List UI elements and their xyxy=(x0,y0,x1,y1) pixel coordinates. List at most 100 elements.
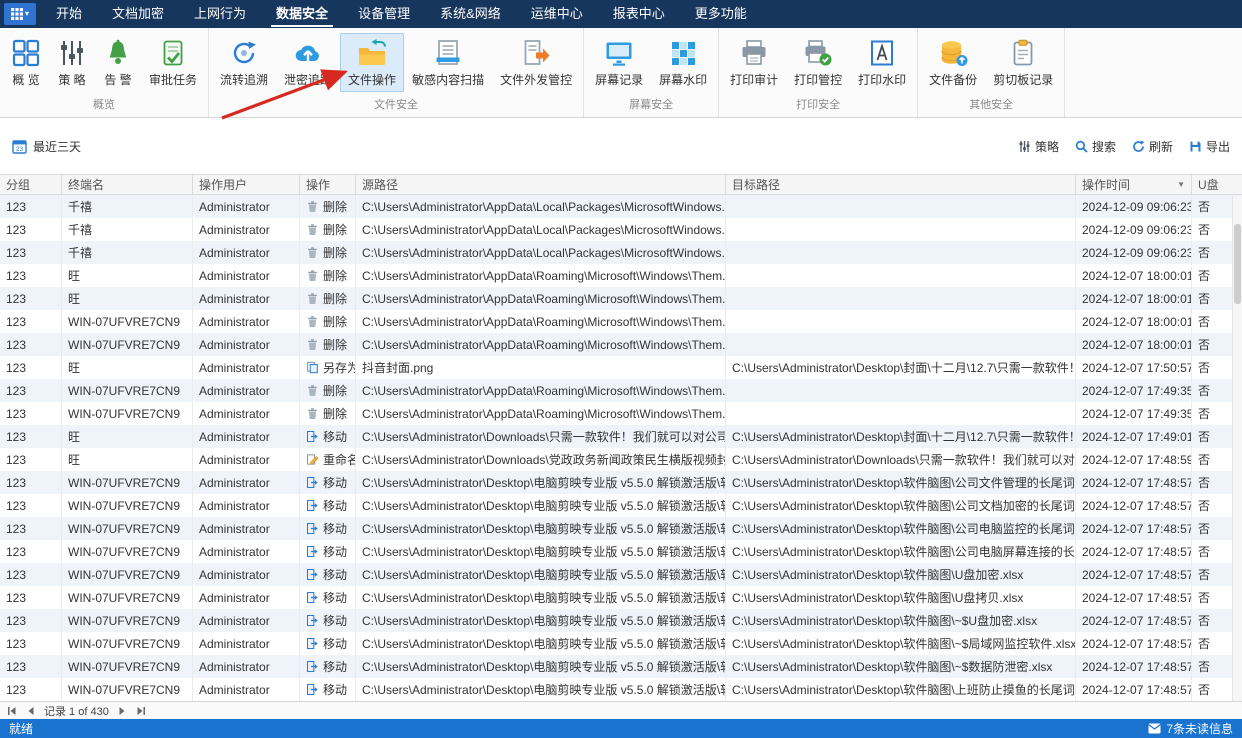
policy-filter-button[interactable]: 策略 xyxy=(1018,138,1059,155)
column-header-target[interactable]: 目标路径 xyxy=(726,175,1076,194)
menu-tab-2[interactable]: 文档加密 xyxy=(97,0,179,28)
search-label: 搜索 xyxy=(1092,138,1116,155)
cell-group: 123 xyxy=(0,195,62,218)
export-button[interactable]: 导出 xyxy=(1189,138,1230,155)
cell-group: 123 xyxy=(0,264,62,287)
file-backup-button[interactable]: 文件备份 xyxy=(921,33,985,92)
file-operations-button[interactable]: 文件操作 xyxy=(340,33,404,92)
pager-last-button[interactable] xyxy=(135,705,147,717)
table-row[interactable]: 123WIN-07UFVRE7CN9Administrator移动C:\User… xyxy=(0,678,1242,701)
table-row[interactable]: 123WIN-07UFVRE7CN9Administrator移动C:\User… xyxy=(0,471,1242,494)
pager-bar: 记录 1 of 430 xyxy=(0,701,1242,719)
menu-tab-5[interactable]: 设备管理 xyxy=(343,0,425,28)
column-header-usb[interactable]: U盘 xyxy=(1192,175,1242,194)
cell-group: 123 xyxy=(0,540,62,563)
unread-messages-button[interactable]: 7条未读信息 xyxy=(1148,720,1233,737)
approval-tasks-button[interactable]: 审批任务 xyxy=(141,33,205,92)
cell-term: WIN-07UFVRE7CN9 xyxy=(62,586,193,609)
column-header-user[interactable]: 操作用户 xyxy=(193,175,300,194)
cell-term: 旺 xyxy=(62,287,193,310)
scrollbar-thumb[interactable] xyxy=(1234,224,1241,304)
menu-tab-8[interactable]: 报表中心 xyxy=(598,0,680,28)
file-send-control-button[interactable]: 文件外发管控 xyxy=(492,33,580,92)
table-row[interactable]: 123WIN-07UFVRE7CN9Administrator删除C:\User… xyxy=(0,333,1242,356)
overview-button[interactable]: 概 览 xyxy=(3,33,49,92)
column-header-source[interactable]: 源路径 xyxy=(356,175,726,194)
ribbon-group-label: 概览 xyxy=(3,95,205,117)
table-row[interactable]: 123WIN-07UFVRE7CN9Administrator移动C:\User… xyxy=(0,540,1242,563)
menu-tab-3[interactable]: 上网行为 xyxy=(179,0,261,28)
print-watermark-button[interactable]: 打印水印 xyxy=(850,33,914,92)
cell-term: WIN-07UFVRE7CN9 xyxy=(62,471,193,494)
column-header-time[interactable]: 操作时间▼ xyxy=(1076,175,1192,194)
column-header-group[interactable]: 分组 xyxy=(0,175,62,194)
cell-user: Administrator xyxy=(193,563,300,586)
clipboard-record-button[interactable]: 剪切板记录 xyxy=(985,33,1061,92)
table-row[interactable]: 123WIN-07UFVRE7CN9Administrator移动C:\User… xyxy=(0,517,1242,540)
cell-user: Administrator xyxy=(193,425,300,448)
menu-tab-9[interactable]: 更多功能 xyxy=(680,0,762,28)
content-scan-button[interactable]: 敏感内容扫描 xyxy=(404,33,492,92)
table-row[interactable]: 123WIN-07UFVRE7CN9Administrator移动C:\User… xyxy=(0,609,1242,632)
table-row[interactable]: 123千禧Administrator删除C:\Users\Administrat… xyxy=(0,241,1242,264)
cell-group: 123 xyxy=(0,517,62,540)
table-row[interactable]: 123WIN-07UFVRE7CN9Administrator移动C:\User… xyxy=(0,655,1242,678)
refresh-button[interactable]: 刷新 xyxy=(1132,138,1173,155)
table-row[interactable]: 123旺Administrator另存为抖音封面.pngC:\Users\Adm… xyxy=(0,356,1242,379)
screen-record-button[interactable]: 屏幕记录 xyxy=(587,33,651,92)
print-audit-button[interactable]: 打印审计 xyxy=(722,33,786,92)
pager-prev-button[interactable] xyxy=(25,705,37,717)
file-backup-icon xyxy=(938,38,968,68)
statusbar: 就绪 7条未读信息 xyxy=(0,719,1242,738)
column-header-terminal[interactable]: 终端名 xyxy=(62,175,193,194)
cell-user: Administrator xyxy=(193,471,300,494)
trash-icon xyxy=(306,384,319,397)
move-icon xyxy=(306,637,319,650)
table-row[interactable]: 123旺Administrator重命名C:\Users\Administrat… xyxy=(0,448,1242,471)
table-row[interactable]: 123WIN-07UFVRE7CN9Administrator移动C:\User… xyxy=(0,494,1242,517)
date-range-filter[interactable]: 23 最近三天 xyxy=(12,138,81,155)
ribbon-button-label: 屏幕记录 xyxy=(595,71,643,88)
ribbon-group-label: 屏幕安全 xyxy=(587,95,715,117)
table-row[interactable]: 123千禧Administrator删除C:\Users\Administrat… xyxy=(0,218,1242,241)
ribbon-button-label: 文件操作 xyxy=(348,71,396,88)
cell-term: WIN-07UFVRE7CN9 xyxy=(62,655,193,678)
table-row[interactable]: 123WIN-07UFVRE7CN9Administrator删除C:\User… xyxy=(0,310,1242,333)
table-row[interactable]: 123千禧Administrator删除C:\Users\Administrat… xyxy=(0,195,1242,218)
cell-time: 2024-12-07 17:49:01 xyxy=(1076,425,1192,448)
cell-term: WIN-07UFVRE7CN9 xyxy=(62,517,193,540)
menu-tab-6[interactable]: 系统&网络 xyxy=(425,0,516,28)
print-control-button[interactable]: 打印管控 xyxy=(786,33,850,92)
cell-src: 抖音封面.png xyxy=(356,356,726,379)
cell-user: Administrator xyxy=(193,448,300,471)
pager-next-button[interactable] xyxy=(116,705,128,717)
search-button[interactable]: 搜索 xyxy=(1075,138,1116,155)
table-row[interactable]: 123WIN-07UFVRE7CN9Administrator删除C:\User… xyxy=(0,402,1242,425)
vertical-scrollbar[interactable] xyxy=(1232,196,1242,701)
cell-group: 123 xyxy=(0,563,62,586)
menu-tab-4[interactable]: 数据安全 xyxy=(261,0,343,28)
table-row[interactable]: 123WIN-07UFVRE7CN9Administrator移动C:\User… xyxy=(0,563,1242,586)
pager-first-button[interactable] xyxy=(6,705,18,717)
table-row[interactable]: 123WIN-07UFVRE7CN9Administrator移动C:\User… xyxy=(0,632,1242,655)
table-row[interactable]: 123旺Administrator删除C:\Users\Administrato… xyxy=(0,287,1242,310)
policy-button[interactable]: 策 略 xyxy=(49,33,95,92)
table-row[interactable]: 123旺Administrator删除C:\Users\Administrato… xyxy=(0,264,1242,287)
screen-watermark-icon xyxy=(668,38,698,68)
menu-tab-1[interactable]: 开始 xyxy=(41,0,97,28)
app-menu-button[interactable]: ▾ xyxy=(4,3,36,25)
cell-dst: C:\Users\Administrator\Desktop\软件脑图\上班防止… xyxy=(726,678,1076,701)
leak-track-button[interactable]: 泄密追踪 xyxy=(276,33,340,92)
flow-trace-button[interactable]: 流转追溯 xyxy=(212,33,276,92)
table-row[interactable]: 123WIN-07UFVRE7CN9Administrator移动C:\User… xyxy=(0,586,1242,609)
menu-tab-7[interactable]: 运维中心 xyxy=(516,0,598,28)
column-header-operation[interactable]: 操作 xyxy=(300,175,356,194)
cell-term: WIN-07UFVRE7CN9 xyxy=(62,540,193,563)
table-row[interactable]: 123旺Administrator移动C:\Users\Administrato… xyxy=(0,425,1242,448)
table-row[interactable]: 123WIN-07UFVRE7CN9Administrator删除C:\User… xyxy=(0,379,1242,402)
screen-watermark-button[interactable]: 屏幕水印 xyxy=(651,33,715,92)
cell-src: C:\Users\Administrator\Desktop\电脑剪映专业版 v… xyxy=(356,632,726,655)
cell-group: 123 xyxy=(0,402,62,425)
cell-term: 旺 xyxy=(62,356,193,379)
alert-button[interactable]: 告 警 xyxy=(95,33,141,92)
